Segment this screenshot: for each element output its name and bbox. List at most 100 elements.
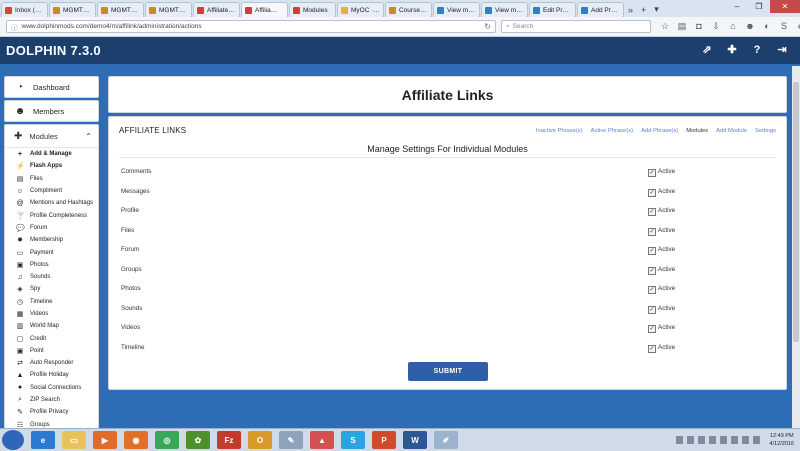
page-scrollbar[interactable]: [792, 66, 800, 428]
active-checkbox[interactable]: ✓: [648, 266, 656, 275]
panel-menu-link[interactable]: Inactive Phrase(s): [536, 128, 583, 134]
search-input[interactable]: ⌕ Search: [501, 20, 651, 33]
active-checkbox[interactable]: ✓: [648, 247, 656, 255]
browser-tab[interactable]: Inbox (75…: [1, 2, 48, 17]
browser-tab[interactable]: Course …: [385, 2, 432, 17]
active-checkbox[interactable]: ✓: [648, 344, 656, 353]
panel-menu-link[interactable]: Settings: [755, 128, 776, 134]
outlook-taskbar-icon[interactable]: O: [248, 431, 272, 449]
sidebar-subitem[interactable]: ▣ Photos: [5, 259, 98, 271]
browser-tab[interactable]: MyOC · D…: [337, 2, 384, 17]
tab-scroll-right-icon[interactable]: »: [628, 5, 633, 15]
submit-button[interactable]: SUBMIT: [408, 362, 488, 381]
sidebar-subitem[interactable]: ▣ Point: [5, 345, 98, 357]
browser-tab[interactable]: MGMT20…: [97, 2, 144, 17]
tray-icon[interactable]: [719, 436, 727, 444]
tray-icon[interactable]: [697, 436, 705, 444]
sidebar-subitem[interactable]: ● Social Connections: [5, 382, 98, 394]
explorer-taskbar-icon[interactable]: ▭: [62, 431, 86, 449]
browser-tab[interactable]: Add Prod…: [577, 2, 624, 17]
ie-taskbar-icon[interactable]: e: [31, 431, 55, 449]
home-icon[interactable]: ⌂: [728, 20, 738, 32]
panel-menu-link[interactable]: Modules: [686, 128, 708, 134]
media-player-taskbar-icon[interactable]: ▶: [93, 431, 117, 449]
close-window-button[interactable]: ✕: [770, 0, 800, 13]
info-icon[interactable]: ⓘ: [11, 22, 18, 32]
active-checkbox[interactable]: ✓: [648, 188, 656, 197]
sidebar-subitem[interactable]: ▦ Videos: [5, 308, 98, 320]
browser-tab[interactable]: Modules: [289, 2, 336, 17]
word-taskbar-icon[interactable]: W: [403, 431, 427, 449]
browser-tab[interactable]: View mes…: [481, 2, 528, 17]
new-tab-button[interactable]: +: [641, 5, 646, 15]
browser-tab[interactable]: MGMT20…: [145, 2, 192, 17]
sidebar-item-modules[interactable]: ✚ Modules ⌃: [5, 125, 98, 148]
url-bar[interactable]: ⓘ www.dolphinmods.com/demo4/m/affilink/a…: [6, 20, 496, 33]
sidebar-subitem[interactable]: ♫ Sounds: [5, 271, 98, 283]
chat-icon[interactable]: ☻: [745, 20, 755, 32]
start-button[interactable]: [2, 430, 24, 450]
maximize-button[interactable]: ❐: [748, 0, 770, 13]
browser-tab[interactable]: Edit Prod…: [529, 2, 576, 17]
active-checkbox[interactable]: ✓: [648, 227, 656, 236]
filezilla-taskbar-icon[interactable]: Fz: [217, 431, 241, 449]
extension-icon[interactable]: ◈: [796, 20, 800, 32]
external-link-icon[interactable]: ⇗: [701, 43, 713, 57]
sidebar-subitem[interactable]: @ Mentions and Hashtags: [5, 197, 98, 209]
list-all-tabs-icon[interactable]: ▾: [654, 4, 659, 15]
browser-tab[interactable]: Affiliate L…: [193, 2, 240, 17]
site-logo[interactable]: DOLPHIN 7.3.0: [6, 43, 101, 58]
minimize-button[interactable]: –: [726, 0, 748, 13]
help-icon[interactable]: ?: [751, 43, 763, 57]
sidebar-subitem[interactable]: ✎ Profile Privacy: [5, 406, 98, 418]
sidebar-subitem[interactable]: 🍸 Profile Completeness: [5, 209, 98, 221]
sidebar-item-dashboard[interactable]: ◔ Dashboard: [4, 76, 99, 98]
panel-menu-link[interactable]: Add Phrase(s): [641, 128, 678, 134]
tray-icon[interactable]: [686, 436, 694, 444]
chevron-up-icon[interactable]: ⌃: [85, 132, 92, 141]
logout-icon[interactable]: ⇥: [776, 43, 788, 57]
drive-taskbar-icon[interactable]: ▲: [310, 431, 334, 449]
clock[interactable]: 12:49 PM 4/12/2016: [770, 432, 794, 448]
active-checkbox[interactable]: ✓: [648, 305, 656, 314]
notepad-taskbar-icon[interactable]: ✐: [434, 431, 458, 449]
skype-icon[interactable]: S: [779, 20, 789, 32]
firefox-taskbar-icon[interactable]: ◉: [124, 431, 148, 449]
sidebar-subitem[interactable]: ▥ World Map: [5, 320, 98, 332]
sidebar-subitem[interactable]: ⚡ Flash Apps: [5, 160, 98, 172]
download-icon[interactable]: ⇩: [711, 20, 721, 32]
sidebar-subitem[interactable]: ⇄ Auto Responder: [5, 357, 98, 369]
active-checkbox[interactable]: ✓: [648, 169, 656, 177]
pocket-icon[interactable]: ◘: [694, 20, 704, 32]
active-checkbox[interactable]: ✓: [648, 325, 656, 333]
reading-list-icon[interactable]: ▤: [677, 20, 687, 32]
sidebar-subitem[interactable]: ☺ Compliment: [5, 185, 98, 197]
bookmark-star-icon[interactable]: ☆: [660, 20, 670, 32]
powerpoint-taskbar-icon[interactable]: P: [372, 431, 396, 449]
sidebar-subitem[interactable]: ☷ Groups: [5, 419, 98, 428]
tray-icon[interactable]: [708, 436, 716, 444]
skype-taskbar-icon[interactable]: S: [341, 431, 365, 449]
sidebar-subitem[interactable]: ⌕ ZIP Search: [5, 394, 98, 406]
sidebar-subitem[interactable]: ▢ Credit: [5, 332, 98, 344]
chrome-taskbar-icon[interactable]: ◎: [155, 431, 179, 449]
tray-icon[interactable]: [675, 436, 683, 444]
sidebar-subitem[interactable]: ◷ Timeline: [5, 296, 98, 308]
modules-puzzle-icon[interactable]: ✚: [726, 43, 738, 57]
browser-tab[interactable]: Affilia…: [241, 2, 288, 17]
scrollbar-thumb[interactable]: [793, 82, 799, 342]
sidebar-subitem[interactable]: 💬 Forum: [5, 222, 98, 234]
active-checkbox[interactable]: ✓: [648, 286, 656, 294]
browser-tab[interactable]: View mes…: [433, 2, 480, 17]
active-checkbox[interactable]: ✓: [648, 208, 656, 216]
frog-taskbar-icon[interactable]: ✿: [186, 431, 210, 449]
reload-icon[interactable]: ↻: [484, 22, 491, 31]
sidebar-item-members[interactable]: ☻ Members: [4, 100, 99, 122]
network-icon[interactable]: [741, 436, 749, 444]
sidebar-subitem[interactable]: ▭ Payment: [5, 246, 98, 258]
addon-icon[interactable]: ◐: [762, 20, 772, 32]
paint-taskbar-icon[interactable]: ✎: [279, 431, 303, 449]
panel-menu-link[interactable]: Active Phrase(s): [591, 128, 634, 134]
sidebar-subitem[interactable]: ◈ Spy: [5, 283, 98, 295]
panel-menu-link[interactable]: Add Module: [716, 128, 747, 134]
